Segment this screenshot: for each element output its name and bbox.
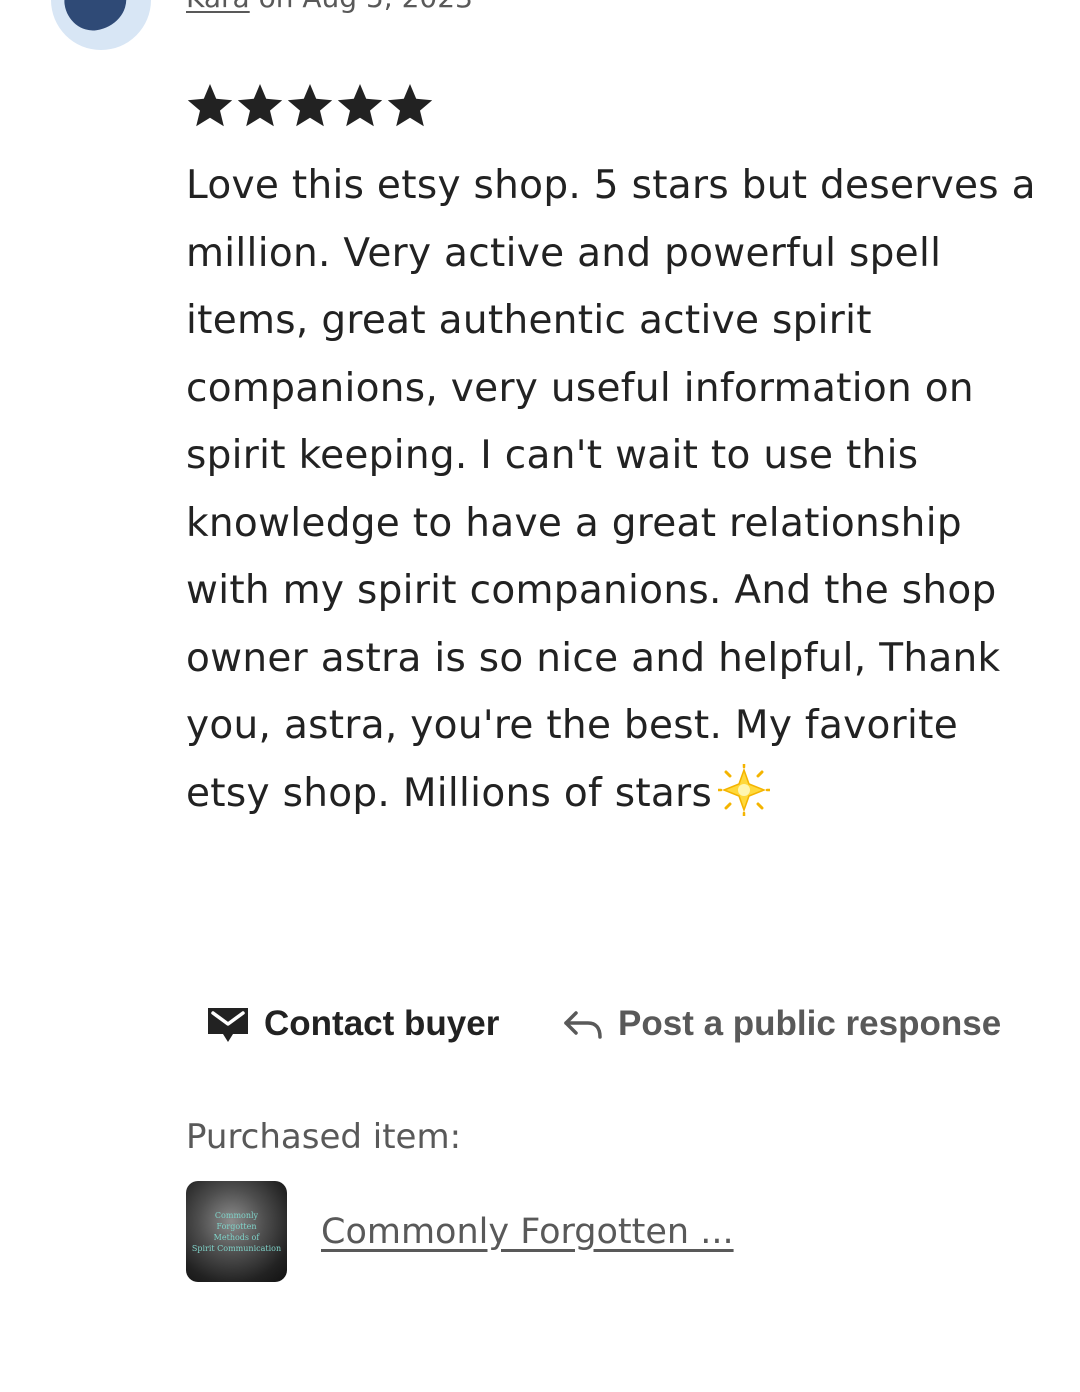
post-public-response-button[interactable]: Post a public response: [562, 1004, 1001, 1044]
purchased-item: Commonly Forgotten Methods of Spirit Com…: [186, 1181, 734, 1282]
review-meta: Kara on Aug 5, 2023: [186, 0, 473, 18]
avatar[interactable]: [51, 0, 151, 50]
thumbnail-text-line: Forgotten: [216, 1221, 257, 1231]
star-icon: [337, 84, 383, 127]
thumbnail-text-line: Commonly: [214, 1210, 259, 1220]
thumbnail-text-line: Methods of: [213, 1232, 260, 1242]
star-icon: [187, 84, 233, 127]
star-icon: [387, 84, 433, 127]
star-icon: [287, 84, 333, 127]
post-public-response-label: Post a public response: [618, 1004, 1002, 1043]
reviewer-name-link[interactable]: Kara: [186, 0, 250, 14]
glowing-star-icon: [718, 763, 771, 816]
item-thumbnail[interactable]: Commonly Forgotten Methods of Spirit Com…: [186, 1181, 287, 1282]
purchased-item-link[interactable]: Commonly Forgotten ...: [321, 1212, 734, 1252]
review-actions: Contact buyer Post a public response: [0, 1004, 1080, 1054]
purchased-item-label: Purchased item:: [186, 1117, 462, 1157]
contact-buyer-button[interactable]: Contact buyer: [206, 1004, 499, 1044]
reply-arrow-icon: [564, 1011, 602, 1039]
review-date: on Aug 5, 2023: [250, 0, 473, 14]
thumbnail-text-line: Spirit Communication: [191, 1243, 282, 1253]
mail-icon: [208, 1008, 248, 1042]
review-body: Love this etsy shop. 5 stars but deserve…: [186, 152, 1046, 827]
review-text: Love this etsy shop. 5 stars but deserve…: [186, 163, 1036, 816]
contact-buyer-label: Contact buyer: [264, 1004, 500, 1043]
avatar-image: [61, 0, 131, 35]
star-rating: [186, 80, 434, 130]
star-icon: [237, 84, 283, 127]
